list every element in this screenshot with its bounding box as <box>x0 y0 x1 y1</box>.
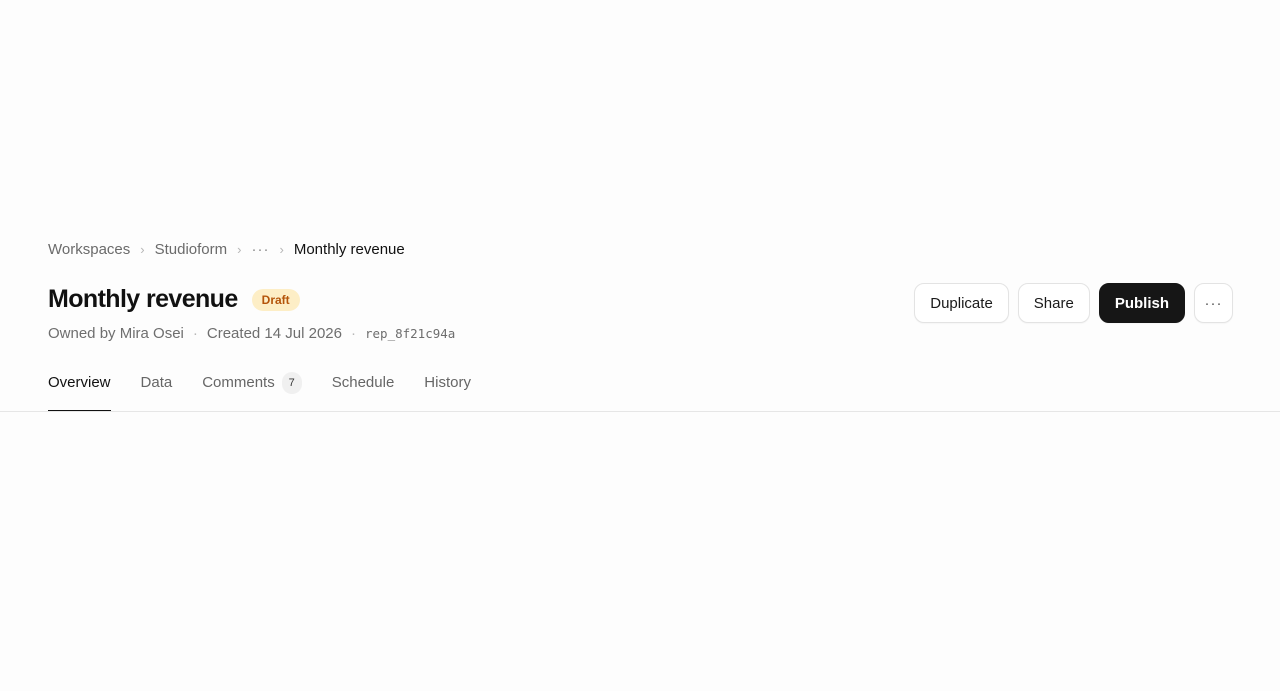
created-date: Created 14 Jul 2026 <box>206 325 342 342</box>
breadcrumb-item-workspaces[interactable]: Workspaces <box>48 241 130 258</box>
tab-bar: Overview Data Comments 7 Schedule Histor… <box>48 360 501 412</box>
meta-row: Owned by Mira Osei · Created 14 Jul 2026… <box>48 325 455 342</box>
tab-divider <box>0 411 1280 412</box>
tab-label: History <box>424 373 471 391</box>
status-badge: Draft <box>251 288 300 311</box>
more-options-icon[interactable]: ··· <box>1194 283 1233 323</box>
tab-label: Schedule <box>331 373 395 391</box>
comments-count-badge: 7 <box>281 372 302 394</box>
breadcrumb-separator: › <box>140 242 145 257</box>
owner-text: Owned by Mira Osei <box>48 325 184 342</box>
breadcrumb-item-studioform[interactable]: Studioform <box>155 241 228 258</box>
report-id: rep_8f21c94a <box>365 326 456 341</box>
tab-schedule[interactable]: Schedule <box>332 360 395 412</box>
meta-separator: · <box>351 325 356 342</box>
breadcrumb-separator: › <box>279 242 284 257</box>
tab-label: Overview <box>48 373 111 391</box>
tab-overview[interactable]: Overview <box>48 360 111 412</box>
header-actions: Duplicate Share Publish ··· <box>914 283 1233 323</box>
breadcrumb-separator: › <box>237 242 242 257</box>
tab-comments[interactable]: Comments 7 <box>202 360 302 412</box>
share-button[interactable]: Share <box>1017 283 1090 323</box>
publish-button[interactable]: Publish <box>1098 283 1185 323</box>
breadcrumb: Workspaces › Studioform › ··· › Monthly … <box>48 241 405 258</box>
duplicate-button[interactable]: Duplicate <box>914 283 1009 323</box>
page-title: Monthly revenue <box>48 285 238 313</box>
breadcrumb-current: Monthly revenue <box>293 241 405 258</box>
tab-data[interactable]: Data <box>141 360 173 412</box>
tab-label: Comments <box>202 373 275 391</box>
breadcrumb-ellipsis-icon[interactable]: ··· <box>252 241 270 258</box>
meta-separator: · <box>192 325 198 342</box>
title-row: Monthly revenue Draft <box>48 285 300 314</box>
tab-history[interactable]: History <box>424 360 471 412</box>
tab-label: Data <box>140 373 173 391</box>
